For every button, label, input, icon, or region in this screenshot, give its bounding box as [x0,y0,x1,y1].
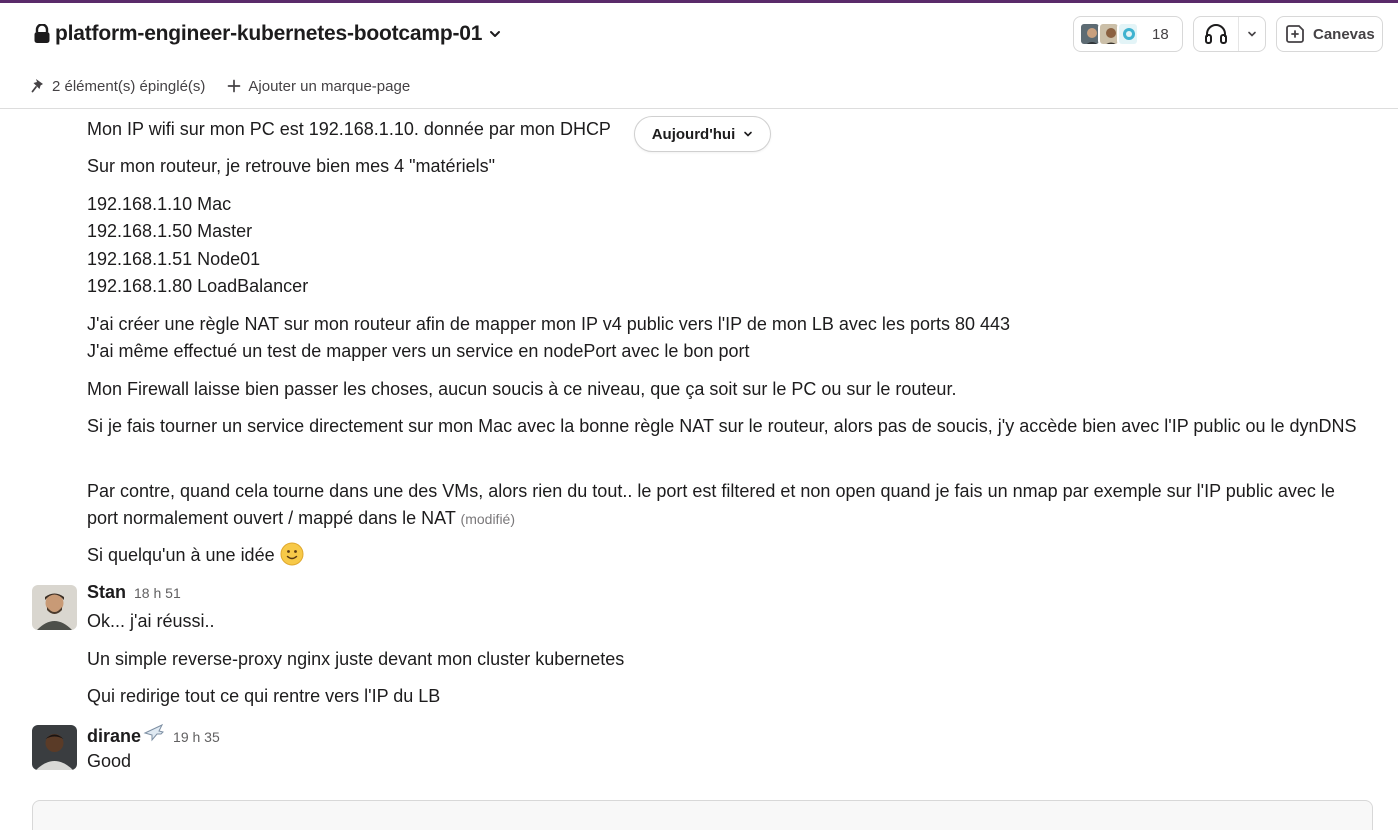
message-list: Mon IP wifi sur mon PC est 192.168.1.10.… [0,110,1398,830]
pin-icon [31,79,43,93]
canvas-button[interactable]: Canevas [1276,16,1383,52]
huddle-button[interactable] [1194,17,1239,51]
airplane-icon [143,723,165,742]
message-text: Si quelqu'un à une idée [87,545,275,565]
message-text: Par contre, quand cela tourne dans une d… [87,481,1335,528]
message-timestamp[interactable]: 18 h 51 [134,585,181,601]
plus-icon [228,79,241,93]
message-line: Un simple reverse-proxy nginx juste deva… [87,649,625,669]
slightly-smiling-face-icon [280,542,304,566]
message-header: dirane 19 h 35 [87,722,220,747]
author-name[interactable]: dirane [87,726,141,747]
chevron-down-icon [744,131,753,137]
message-line: 192.168.1.51 Node01 [87,249,261,269]
message-header: Stan 18 h 51 [87,582,181,603]
message-line: Mon Firewall laisse bien passer les chos… [87,379,957,399]
message-composer[interactable] [32,800,1373,830]
chevron-down-icon [490,31,501,37]
edited-label: (modifié) [460,511,516,527]
chevron-down-icon [1248,31,1256,37]
message-line: 192.168.1.10 Mac [87,194,232,214]
members-button[interactable]: 18 [1073,16,1183,52]
channel-title-button[interactable]: platform-engineer-kubernetes-bootcamp-01 [33,19,502,49]
date-divider-button[interactable]: Aujourd'hui [634,116,771,152]
member-avatar [1117,22,1139,46]
message-timestamp[interactable]: 19 h 35 [173,729,220,745]
member-avatars [1079,22,1139,46]
message-line: Sur mon routeur, je retrouve bien mes 4 … [87,156,495,176]
message-line: Si je fais tourner un service directemen… [87,416,1357,436]
pinned-items-button[interactable]: 2 élément(s) épinglé(s) [31,78,205,95]
author-name[interactable]: Stan [87,582,126,603]
message-line: J'ai créer une règle NAT sur mon routeur… [87,314,1011,334]
huddle-options-button[interactable] [1239,17,1265,51]
pinned-items-label: 2 élément(s) épinglé(s) [52,77,206,95]
channel-name: platform-engineer-kubernetes-bootcamp-01 [55,22,483,45]
message-line: 192.168.1.50 Master [87,221,253,241]
message-line: Mon IP wifi sur mon PC est 192.168.1.10.… [87,119,611,139]
members-count: 18 [1152,25,1169,43]
huddle-button-group [1193,16,1266,52]
message-line: J'ai même effectué un test de mapper ver… [87,341,750,361]
avatar[interactable] [32,585,77,630]
canvas-icon [1286,25,1304,43]
lock-icon [34,24,50,43]
message-line: Ok... j'ai réussi.. [87,611,215,631]
headphones-icon [1205,24,1227,44]
channel-header: platform-engineer-kubernetes-bootcamp-01… [0,3,1398,109]
add-bookmark-label: Ajouter un marque-page [248,77,411,95]
message-line: Si quelqu'un à une idée [87,542,304,569]
date-divider-label: Aujourd'hui [651,125,736,143]
message-line: Qui redirige tout ce qui rentre vers l'I… [87,686,441,706]
avatar[interactable] [32,725,77,770]
message-line: Good [87,751,132,771]
canvas-label: Canevas [1313,25,1375,43]
message-line: 192.168.1.80 LoadBalancer [87,276,309,296]
message-line: Par contre, quand cela tourne dans une d… [87,478,1367,533]
bookmarks-bar: 2 élément(s) épinglé(s) Ajouter un marqu… [31,75,410,97]
add-bookmark-button[interactable]: Ajouter un marque-page [227,78,410,95]
